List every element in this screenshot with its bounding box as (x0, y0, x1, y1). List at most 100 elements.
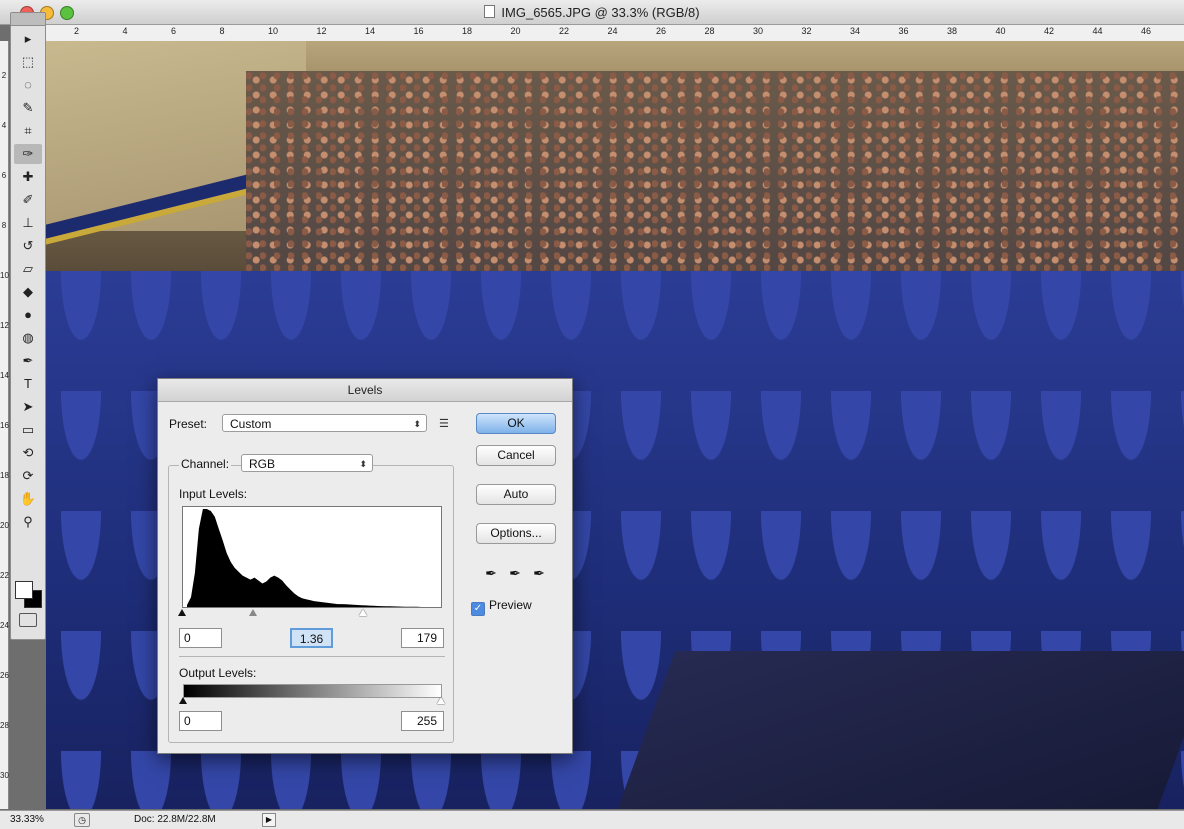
histogram (182, 506, 442, 608)
channel-select[interactable]: RGB ⬍ (241, 454, 373, 472)
horizontal-ruler[interactable]: 2 4 6 8 10 12 14 16 18 20 22 24 26 28 30 32 34 36 38 40 42 44… (46, 25, 1184, 42)
ruler-tick-label: 12 (316, 26, 327, 36)
preset-options-icon[interactable]: ☰ (439, 417, 449, 430)
output-black-point-slider[interactable] (179, 697, 187, 704)
quick-mask-button[interactable] (19, 613, 37, 627)
ruler-tick-label: 22 (0, 571, 9, 580)
ruler-tick-label: 26 (0, 671, 9, 680)
lasso-tool[interactable]: ◌ (14, 75, 42, 95)
white-point-eyedropper-icon[interactable]: ✒ (530, 565, 548, 582)
zoom-tool[interactable]: ⚲ (14, 512, 42, 532)
tools-panel: ▸ ⬚ ◌ ✎ ⌗ ✑ ✚ ✐ ⊥ ↺ ▱ ◆ ● ◍ ✒ T ➤ ▭ ⟲ ⟳ ✋ ⚲ (10, 12, 46, 640)
ruler-tick-label: 6 (1, 171, 7, 180)
ruler-tick-label: 46 (1141, 26, 1152, 36)
dialog-title[interactable]: Levels (158, 379, 572, 402)
ruler-tick-label: 18 (0, 471, 9, 480)
input-gamma-slider[interactable] (248, 609, 257, 616)
ruler-tick-label: 26 (656, 26, 667, 36)
vertical-ruler[interactable]: 2 4 6 8 10 12 14 16 18 20 22 24 26 28 30 (0, 41, 9, 809)
divider (179, 656, 445, 657)
select-arrows-icon: ⬍ (413, 419, 421, 429)
3d-rotate-tool[interactable]: ⟲ (14, 443, 42, 463)
histogram-graph (187, 509, 437, 607)
ruler-tick-label: 34 (850, 26, 861, 36)
auto-button[interactable]: Auto (476, 484, 556, 505)
ruler-tick-label: 24 (607, 26, 618, 36)
status-menu-arrow-icon[interactable]: ▶ (262, 813, 276, 827)
zoom-level[interactable]: 33.33% (10, 814, 66, 825)
ruler-tick-label: 42 (1044, 26, 1055, 36)
marquee-tool[interactable]: ⬚ (14, 52, 42, 72)
ruler-tick-label: 40 (995, 26, 1006, 36)
gray-point-eyedropper-icon[interactable]: ✒ (506, 565, 524, 582)
input-gamma-field[interactable]: 1.36 (290, 628, 333, 648)
cancel-button[interactable]: Cancel (476, 445, 556, 466)
ruler-tick-label: 30 (0, 771, 9, 780)
select-arrows-icon: ⬍ (359, 459, 367, 469)
path-selection-tool[interactable]: ➤ (14, 397, 42, 417)
ruler-tick-label: 6 (171, 26, 177, 36)
eyedropper-group: ✒ ✒ ✒ (482, 565, 554, 582)
pen-tool[interactable]: ✒ (14, 351, 42, 371)
window-title-container: IMG_6565.JPG @ 33.3% (RGB/8) (0, 5, 1184, 20)
output-gradient-bar (183, 684, 442, 698)
rectangle-tool[interactable]: ▭ (14, 420, 42, 440)
status-info-icon[interactable]: ◷ (74, 813, 90, 827)
ruler-tick-label: 8 (219, 26, 225, 36)
input-black-field[interactable]: 0 (179, 628, 222, 648)
dodge-tool[interactable]: ◍ (14, 328, 42, 348)
ruler-tick-label: 16 (0, 421, 9, 430)
levels-dialog: Levels Preset: Custom ⬍ ☰ Channel: RGB ⬍… (157, 378, 573, 754)
blur-tool[interactable]: ● (14, 305, 42, 325)
output-white-point-slider[interactable] (437, 697, 445, 704)
output-levels-slider[interactable] (179, 697, 445, 707)
ruler-tick-label: 44 (1092, 26, 1103, 36)
tool-list: ▸ ⬚ ◌ ✎ ⌗ ✑ ✚ ✐ ⊥ ↺ ▱ ◆ ● ◍ ✒ T ➤ ▭ ⟲ ⟳ ✋ ⚲ (11, 29, 45, 532)
ruler-tick-label: 10 (268, 26, 279, 36)
history-brush-tool[interactable]: ↺ (14, 236, 42, 256)
output-white-field[interactable]: 255 (401, 711, 444, 731)
type-tool[interactable]: T (14, 374, 42, 394)
ruler-tick-label: 4 (1, 121, 7, 130)
channel-label: Channel: (179, 457, 232, 471)
hand-tool[interactable]: ✋ (14, 489, 42, 509)
input-black-point-slider[interactable] (178, 609, 186, 616)
ruler-tick-label: 22 (559, 26, 570, 36)
brush-tool[interactable]: ✐ (14, 190, 42, 210)
crop-tool[interactable]: ⌗ (14, 121, 42, 141)
photo-floor (616, 651, 1184, 809)
tools-panel-header[interactable] (11, 13, 45, 26)
quick-selection-tool[interactable]: ✎ (14, 98, 42, 118)
input-white-point-slider[interactable] (359, 609, 368, 616)
ruler-tick-label: 10 (0, 271, 9, 280)
eyedropper-tool[interactable]: ✑ (14, 144, 42, 164)
preset-select[interactable]: Custom ⬍ (222, 414, 427, 432)
ok-button[interactable]: OK (476, 413, 556, 434)
status-bar: 33.33% ◷ Doc: 22.8M/22.8M ▶ (0, 810, 1184, 829)
histogram-area (187, 509, 437, 607)
healing-brush-tool[interactable]: ✚ (14, 167, 42, 187)
preset-value: Custom (230, 417, 272, 431)
options-button[interactable]: Options... (476, 523, 556, 544)
document-size: Doc: 22.8M/22.8M (134, 814, 216, 825)
ruler-tick-label: 18 (462, 26, 473, 36)
black-point-eyedropper-icon[interactable]: ✒ (482, 565, 500, 582)
ruler-tick-label: 14 (365, 26, 376, 36)
preview-checkbox[interactable]: ✓ (471, 602, 485, 616)
foreground-color-swatch[interactable] (15, 581, 33, 599)
ruler-tick-label: 8 (1, 221, 7, 230)
ruler-tick-label: 2 (74, 26, 80, 36)
eraser-tool[interactable]: ▱ (14, 259, 42, 279)
paint-bucket-tool[interactable]: ◆ (14, 282, 42, 302)
ruler-tick-label: 28 (704, 26, 715, 36)
output-black-field[interactable]: 0 (179, 711, 222, 731)
input-levels-slider[interactable] (178, 609, 440, 619)
input-white-field[interactable]: 179 (401, 628, 444, 648)
preview-checkbox-row[interactable]: ✓ Preview (471, 598, 532, 616)
ruler-tick-label: 36 (898, 26, 909, 36)
move-tool[interactable]: ▸ (14, 29, 42, 49)
clone-stamp-tool[interactable]: ⊥ (14, 213, 42, 233)
ruler-tick-label: 20 (510, 26, 521, 36)
3d-orbit-tool[interactable]: ⟳ (14, 466, 42, 486)
channel-value: RGB (249, 457, 276, 471)
